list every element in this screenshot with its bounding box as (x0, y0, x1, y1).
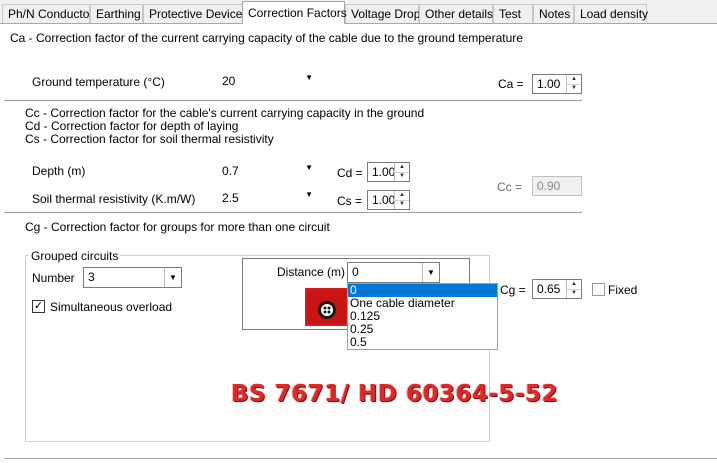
cc-spinner: 0.90 (532, 176, 582, 196)
spin-down-icon[interactable]: ▼ (395, 200, 409, 209)
ground-temperature-value: 20 (222, 74, 236, 88)
ca-spinner[interactable]: 1.00 ▲ ▼ (532, 74, 582, 94)
cs-value: 1.00 (372, 193, 396, 207)
chevron-down-icon: ▼ (305, 73, 313, 82)
soil-resistivity-select[interactable]: 2.5 ▼ (217, 188, 318, 209)
cs-label: Cs = (337, 194, 363, 208)
cs-spinner[interactable]: 1.00 ▲ ▼ (367, 190, 410, 210)
tab-test[interactable]: Test (493, 4, 533, 23)
tab-other-details[interactable]: Other details (419, 4, 493, 23)
ca-value: 1.00 (537, 77, 561, 91)
distance-label: Distance (m) (277, 265, 346, 279)
tab-load-density[interactable]: Load density (574, 4, 648, 23)
grouped-circuits-title: Grouped circuits (29, 249, 121, 263)
chevron-down-icon: ▼ (422, 263, 439, 282)
soil-resistivity-value: 2.5 (222, 191, 239, 205)
cg-value: 0.65 (537, 282, 561, 296)
ground-temperature-select[interactable]: 20 ▼ (217, 71, 318, 92)
cg-label: Cg = (500, 283, 526, 297)
spin-down-icon[interactable]: ▼ (567, 289, 581, 298)
distance-select[interactable]: 0 ▼ (347, 262, 440, 283)
simultaneous-overload-label: Simultaneous overload (50, 300, 173, 314)
tab-earthing[interactable]: Earthing (90, 4, 143, 23)
cable-group-image (305, 288, 349, 326)
cd-label: Cd = (337, 166, 363, 180)
number-select[interactable]: 3 ▼ (83, 267, 182, 288)
cd-value: 1.00 (372, 165, 396, 179)
tab-notes[interactable]: Notes (533, 4, 574, 23)
cd-spin-buttons: ▲ ▼ (394, 163, 409, 181)
spin-down-icon[interactable]: ▼ (395, 172, 409, 181)
divider (4, 212, 582, 213)
cc-description: Cc - Correction factor for the cable's c… (25, 106, 425, 120)
cg-spinner[interactable]: 0.65 ▲ ▼ (532, 279, 582, 299)
cs-description: Cs - Correction factor for soil thermal … (25, 132, 274, 146)
dropdown-option-0-25[interactable]: 0.25 (348, 323, 497, 336)
number-value: 3 (88, 270, 95, 284)
ground-temperature-label: Ground temperature (°C) (32, 75, 165, 89)
dropdown-option-0-5[interactable]: 0.5 (348, 336, 497, 349)
tab-voltage-drop[interactable]: Voltage Drop (345, 4, 420, 23)
simultaneous-overload-checkbox[interactable]: ✓ (32, 300, 45, 313)
fixed-checkbox[interactable] (592, 283, 605, 296)
chevron-down-icon: ▼ (164, 268, 181, 287)
tab-bar: Ph/N Conductor Earthing Protective Devic… (0, 0, 717, 24)
depth-value: 0.7 (222, 164, 239, 178)
divider (4, 458, 717, 459)
divider (4, 100, 582, 101)
distance-value: 0 (352, 265, 359, 279)
fixed-label: Fixed (608, 283, 638, 297)
cs-spin-buttons: ▲ ▼ (394, 191, 409, 209)
distance-dropdown-list: 0 One cable diameter 0.125 0.25 0.5 (347, 283, 498, 350)
cc-label: Cc = (497, 180, 523, 194)
tab-protective-devices[interactable]: Protective Devices (143, 4, 248, 23)
tab-correction-factors[interactable]: Correction Factors (242, 1, 347, 24)
depth-select[interactable]: 0.7 ▼ (217, 161, 318, 182)
number-label: Number (32, 271, 75, 285)
depth-label: Depth (m) (32, 164, 86, 178)
cd-description: Cd - Correction factor for depth of layi… (25, 119, 239, 133)
spin-down-icon[interactable]: ▼ (567, 84, 581, 93)
cg-spin-buttons: ▲ ▼ (566, 280, 581, 298)
ca-description: Ca - Correction factor of the current ca… (10, 31, 523, 45)
cc-value: 0.90 (537, 179, 561, 193)
cg-description: Cg - Correction factor for groups for mo… (25, 220, 330, 234)
chevron-down-icon: ▼ (305, 163, 313, 172)
ca-spin-buttons: ▲ ▼ (566, 75, 581, 93)
tab-ph-n-conductor[interactable]: Ph/N Conductor (2, 4, 93, 23)
soil-resistivity-label: Soil thermal resistivity (K.m/W) (32, 192, 196, 206)
ca-label: Ca = (498, 77, 524, 91)
standard-watermark: BS 7671/ HD 60364-5-52 (231, 381, 558, 407)
chevron-down-icon: ▼ (305, 190, 313, 199)
cd-spinner[interactable]: 1.00 ▲ ▼ (367, 162, 410, 182)
